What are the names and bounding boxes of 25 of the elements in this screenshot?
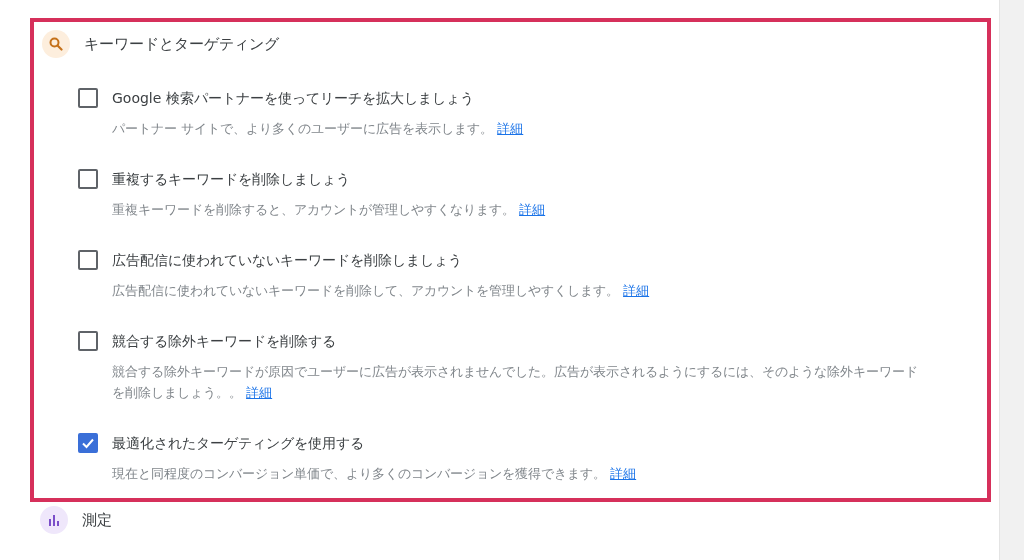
option-title: 競合する除外キーワードを削除する — [112, 332, 337, 351]
checkbox[interactable] — [78, 331, 98, 351]
option-title: 重複するキーワードを削除しましょう — [112, 170, 351, 189]
details-link[interactable]: 詳細 — [246, 385, 273, 400]
option-title: 最適化されたターゲティングを使用する — [112, 434, 365, 453]
search-icon — [42, 30, 70, 58]
option-description: 現在と同程度のコンバージョン単価で、より多くのコンバージョンを獲得できます。 詳細 — [112, 465, 637, 483]
details-link[interactable]: 詳細 — [610, 466, 637, 481]
option-description: 広告配信に使われていないキーワードを削除して、アカウントを管理しやすくします。 詳細 — [112, 282, 650, 300]
bar-chart-icon — [40, 506, 68, 534]
option-description: パートナー サイトで、より多くのユーザーに広告を表示します。 詳細 — [112, 120, 524, 138]
option-description: 重複キーワードを削除すると、アカウントが管理しやすくなります。 詳細 — [112, 201, 546, 219]
option-description: 競合する除外キーワードが原因でユーザーに広告が表示されませんでした。広告が表示されるようにするには、そのような除外キーワードを削除しましょう。。 詳細 — [112, 363, 919, 402]
option-title: 広告配信に使われていないキーワードを削除しましょう — [112, 251, 463, 270]
section-title: キーワードとターゲティング — [84, 34, 279, 54]
details-link[interactable]: 詳細 — [623, 283, 650, 298]
details-link[interactable]: 詳細 — [519, 202, 546, 217]
section-title: 測定 — [82, 510, 112, 530]
option-title: Google 検索パートナーを使ってリーチを拡大しましょう — [112, 89, 475, 108]
checkbox[interactable] — [78, 88, 98, 108]
checkbox[interactable] — [78, 250, 98, 270]
checkbox[interactable] — [78, 433, 98, 453]
details-link[interactable]: 詳細 — [497, 121, 524, 136]
scrollbar[interactable] — [999, 0, 1024, 560]
checkbox[interactable] — [78, 169, 98, 189]
